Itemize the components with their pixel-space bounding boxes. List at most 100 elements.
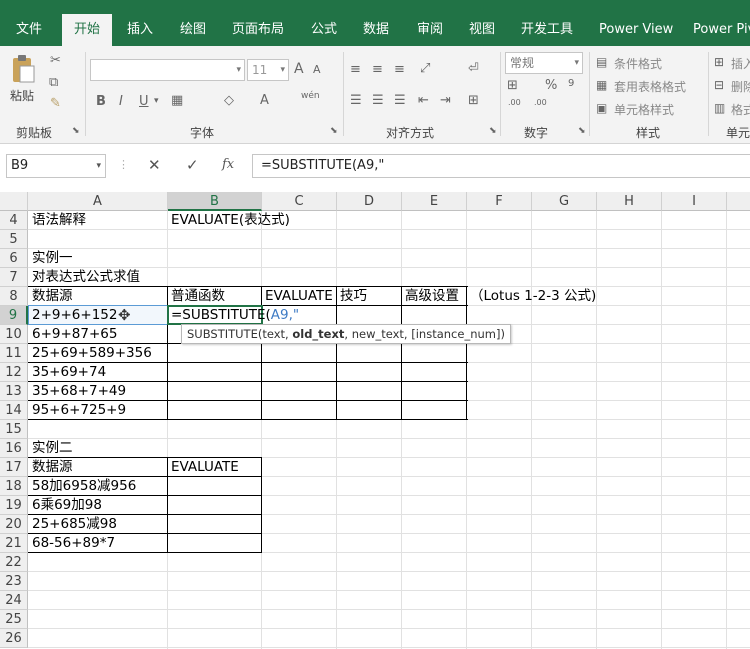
cell-b9-formula[interactable]: =SUBSTITUTE(A9," xyxy=(168,306,299,325)
row-header[interactable]: 13 xyxy=(0,382,28,401)
align-left-icon[interactable]: ☰ xyxy=(350,93,362,108)
formula-input[interactable]: =SUBSTITUTE(A9," xyxy=(252,154,750,178)
format-cells-button[interactable]: 格式 xyxy=(731,101,750,118)
cell-d8[interactable]: 技巧 xyxy=(337,287,367,306)
tab-data[interactable]: 数据 xyxy=(363,14,389,46)
drag-handle-icon[interactable]: ⋮ xyxy=(118,158,129,171)
paste-icon[interactable] xyxy=(10,54,36,84)
number-format-box[interactable]: 常规 ▾ xyxy=(505,52,583,74)
row-header[interactable]: 5 xyxy=(0,230,28,249)
tab-home[interactable]: 开始 xyxy=(62,14,113,46)
delete-cells-button[interactable]: 删除 xyxy=(731,78,750,95)
insert-cells-button[interactable]: 插入 xyxy=(731,55,750,72)
name-box[interactable]: B9 ▾ xyxy=(6,154,106,178)
row-header[interactable]: 12 xyxy=(0,363,28,382)
worksheet-grid[interactable]: A B C D E F G H I 4 5 6 7 8 9 10 11 12 1… xyxy=(0,188,750,649)
alignment-launcher-icon[interactable]: ⬊ xyxy=(489,126,497,136)
row-header[interactable]: 18 xyxy=(0,477,28,496)
increase-font-icon[interactable]: A xyxy=(294,61,304,77)
cell-b17[interactable]: EVALUATE xyxy=(168,458,239,477)
tab-review[interactable]: 审阅 xyxy=(417,14,443,46)
font-name-box[interactable]: ▾ xyxy=(90,59,245,81)
tab-draw[interactable]: 绘图 xyxy=(180,14,206,46)
row-header[interactable]: 26 xyxy=(0,629,28,648)
conditional-format-button[interactable]: 条件格式 xyxy=(614,55,662,72)
phonetic-icon[interactable]: wén xyxy=(301,91,320,101)
row-header[interactable]: 25 xyxy=(0,610,28,629)
font-size-box[interactable]: 11 ▾ xyxy=(247,59,289,81)
font-launcher-icon[interactable]: ⬊ xyxy=(330,126,338,136)
align-top-icon[interactable]: ≡ xyxy=(350,62,361,77)
row-header[interactable]: 11 xyxy=(0,344,28,363)
cell-f8[interactable]: （Lotus 1-2-3 公式) xyxy=(467,287,596,306)
row-header[interactable]: 6 xyxy=(0,249,28,268)
tab-developer[interactable]: 开发工具 xyxy=(521,14,573,46)
cell-a16[interactable]: 实例二 xyxy=(29,439,73,458)
row-header[interactable]: 19 xyxy=(0,496,28,515)
align-right-icon[interactable]: ☰ xyxy=(394,93,406,108)
merge-center-icon[interactable]: ⊞ xyxy=(468,93,479,108)
paste-button[interactable]: 粘贴 xyxy=(10,87,34,104)
row-header[interactable]: 22 xyxy=(0,553,28,572)
function-argument-tooltip[interactable]: SUBSTITUTE(text, old_text, new_text, [in… xyxy=(181,324,511,344)
cell-a20[interactable]: 25+685减98 xyxy=(29,515,117,534)
align-bottom-icon[interactable]: ≡ xyxy=(394,62,405,77)
cell-a7[interactable]: 对表达式公式求值 xyxy=(29,268,140,287)
row-header[interactable]: 21 xyxy=(0,534,28,553)
number-launcher-icon[interactable]: ⬊ xyxy=(578,126,586,136)
underline-icon[interactable]: U xyxy=(139,94,149,109)
row-header[interactable]: 8 xyxy=(0,287,28,306)
format-painter-icon[interactable]: ✎ xyxy=(50,96,61,111)
decrease-decimal-icon[interactable]: .00 xyxy=(534,98,547,107)
cell-a13[interactable]: 35+68+7+49 xyxy=(29,382,126,401)
tab-page-layout[interactable]: 页面布局 xyxy=(232,14,284,46)
col-header-i[interactable]: I xyxy=(662,192,727,211)
tab-file[interactable]: 文件 xyxy=(16,14,42,46)
tab-insert[interactable]: 插入 xyxy=(127,14,153,46)
tab-power-view[interactable]: Power View xyxy=(599,14,673,46)
cell-e8[interactable]: 高级设置 xyxy=(402,287,459,306)
copy-icon[interactable]: ⧉ xyxy=(49,75,58,90)
cell-b8[interactable]: 普通函数 xyxy=(168,287,225,306)
cell-a12[interactable]: 35+69+74 xyxy=(29,363,106,382)
borders-icon[interactable]: ▦ xyxy=(171,93,183,108)
cell-c8[interactable]: EVALUATE xyxy=(262,287,333,306)
row-header[interactable]: 17 xyxy=(0,458,28,477)
fill-color-icon[interactable]: ◇ xyxy=(224,93,234,108)
cell-a18[interactable]: 58加6958减956 xyxy=(29,477,136,496)
col-header-g[interactable]: G xyxy=(532,192,597,211)
col-header-j[interactable] xyxy=(727,192,750,211)
cell-a10[interactable]: 6+9+87+65 xyxy=(29,325,117,344)
cell-style-button[interactable]: 单元格样式 xyxy=(614,101,674,118)
col-header-d[interactable]: D xyxy=(337,192,402,211)
col-header-f[interactable]: F xyxy=(467,192,532,211)
cell-a21[interactable]: 68-56+89*7 xyxy=(29,534,115,553)
cell-a6[interactable]: 实例一 xyxy=(29,249,73,268)
row-header[interactable]: 23 xyxy=(0,572,28,591)
enter-icon[interactable]: ✓ xyxy=(186,156,199,174)
cell-a14[interactable]: 95+6+725+9 xyxy=(29,401,126,420)
row-header[interactable]: 4 xyxy=(0,211,28,230)
col-header-b[interactable]: B xyxy=(168,192,262,211)
clipboard-launcher-icon[interactable]: ⬊ xyxy=(72,126,80,136)
col-header-h[interactable]: H xyxy=(597,192,662,211)
chevron-down-icon[interactable]: ▾ xyxy=(154,96,159,106)
row-header[interactable]: 24 xyxy=(0,591,28,610)
tab-formulas[interactable]: 公式 xyxy=(311,14,337,46)
cell-a8[interactable]: 数据源 xyxy=(29,287,73,306)
align-middle-icon[interactable]: ≡ xyxy=(372,62,383,77)
table-format-button[interactable]: 套用表格格式 xyxy=(614,78,686,95)
decrease-indent-icon[interactable]: ⇤ xyxy=(418,93,429,108)
orientation-icon[interactable]: ⤢ xyxy=(420,61,430,76)
row-header[interactable]: 7 xyxy=(0,268,28,287)
wrap-text-icon[interactable]: ⏎ xyxy=(468,61,479,76)
currency-icon[interactable]: ⊞ xyxy=(507,78,518,93)
comma-icon[interactable]: 9 xyxy=(568,78,574,89)
row-header[interactable]: 14 xyxy=(0,401,28,420)
decrease-font-icon[interactable]: A xyxy=(313,63,321,76)
row-header[interactable]: 10 xyxy=(0,325,28,344)
font-color-icon[interactable]: A xyxy=(260,93,269,108)
select-all-corner[interactable] xyxy=(0,192,28,211)
italic-icon[interactable]: I xyxy=(119,94,123,109)
bold-icon[interactable]: B xyxy=(96,94,106,109)
